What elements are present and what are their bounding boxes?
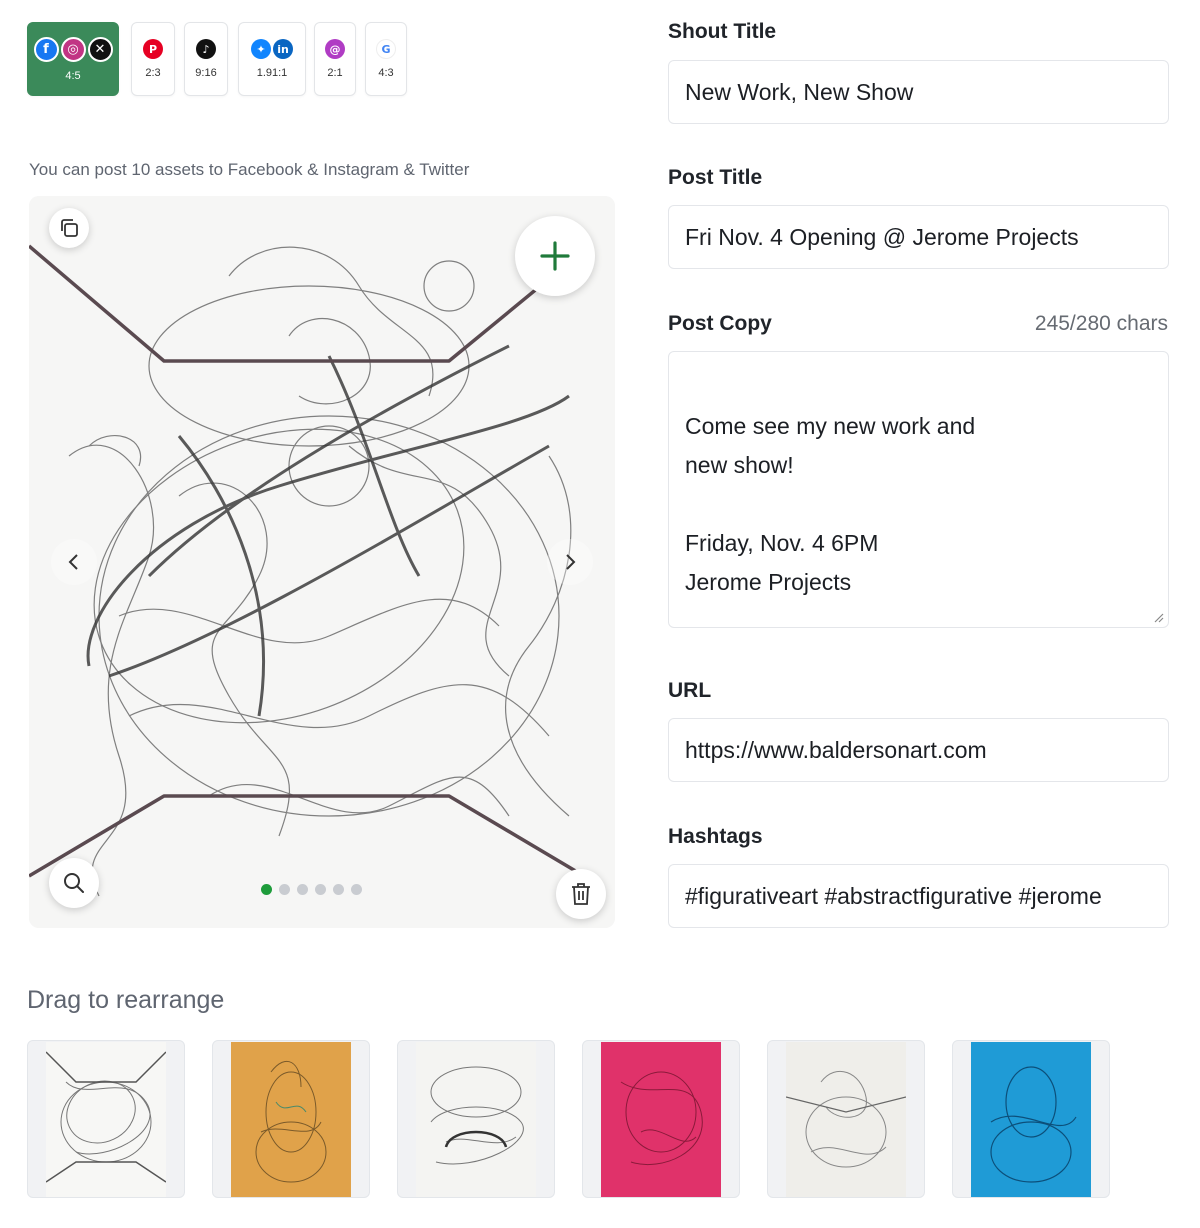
thumbnail-image: [971, 1041, 1091, 1197]
hashtags-input[interactable]: #figurativeart #abstractfigurative #jero…: [668, 864, 1169, 928]
post-title-label: Post Title: [668, 166, 763, 189]
ratio-icons: f ◎ ✕: [33, 36, 113, 62]
asset-thumbnail[interactable]: [397, 1040, 555, 1198]
facebook-icon: f: [33, 36, 59, 62]
copy-icon: [61, 219, 78, 237]
ratio-label: 4:5: [65, 69, 81, 82]
url-label: URL: [668, 679, 712, 702]
tiktok-icon: ♪: [196, 39, 216, 59]
shout-title-label: Shout Title: [668, 20, 777, 43]
thumbnail-image: [416, 1041, 536, 1197]
zoom-button[interactable]: [49, 858, 99, 908]
prev-slide-button[interactable]: [51, 539, 97, 585]
delete-asset-button[interactable]: [556, 869, 606, 919]
trash-icon: [572, 883, 590, 905]
add-asset-button[interactable]: [515, 216, 595, 296]
thumbnail-image: [786, 1041, 906, 1197]
slide-dot[interactable]: [315, 884, 326, 895]
ratio-label: 9:16: [195, 67, 217, 79]
threads-icon: @: [325, 39, 345, 59]
asset-thumbnail[interactable]: [582, 1040, 740, 1198]
shout-title-input[interactable]: New Work, New Show: [668, 60, 1169, 124]
url-input[interactable]: https://www.baldersonart.com: [668, 718, 1169, 782]
resize-handle-icon[interactable]: [1152, 611, 1164, 623]
asset-thumbnail[interactable]: [952, 1040, 1110, 1198]
post-title-input[interactable]: Fri Nov. 4 Opening @ Jerome Projects: [668, 205, 1169, 269]
instagram-icon: ◎: [60, 36, 86, 62]
ratio-9-16-button[interactable]: ♪ 9:16: [184, 22, 228, 96]
thumbnail-image: [231, 1041, 351, 1197]
chevron-right-icon: [566, 554, 576, 570]
next-slide-button[interactable]: [547, 539, 593, 585]
chevron-left-icon: [68, 554, 78, 570]
asset-preview-carousel: [29, 196, 615, 928]
ratio-label: 2:1: [327, 67, 343, 79]
post-copy-text: Come see my new work and new show! Frida…: [685, 413, 976, 595]
duplicate-button[interactable]: [49, 208, 89, 248]
ratio-4-3-button[interactable]: G 4:3: [365, 22, 407, 96]
search-icon: [64, 873, 84, 893]
ratio-label: 1.91:1: [256, 67, 288, 79]
slide-dot[interactable]: [297, 884, 308, 895]
hashtags-label: Hashtags: [668, 825, 763, 848]
slide-dot[interactable]: [279, 884, 290, 895]
asset-thumbnail[interactable]: [767, 1040, 925, 1198]
ratio-2-1-button[interactable]: @ 2:1: [314, 22, 356, 96]
slide-dot[interactable]: [333, 884, 344, 895]
char-count: 245/280 chars: [1034, 312, 1168, 335]
thumbnail-image: [46, 1041, 166, 1197]
thumbnail-strip: [27, 1040, 1110, 1198]
asset-thumbnail[interactable]: [212, 1040, 370, 1198]
slide-dot[interactable]: [261, 884, 272, 895]
ratio-1-91-1-button[interactable]: ✦ in 1.91:1: [238, 22, 306, 96]
ratio-2-3-button[interactable]: P 2:3: [131, 22, 175, 96]
bluesky-icon: ✦: [251, 39, 271, 59]
google-icon: G: [376, 39, 396, 59]
x-icon: ✕: [87, 36, 113, 62]
ratio-icons: ✦ in: [251, 39, 293, 59]
ratio-label: 4:3: [378, 67, 394, 79]
artwork-image: [29, 196, 615, 928]
plus-icon: [540, 241, 570, 271]
asset-thumbnail[interactable]: [27, 1040, 185, 1198]
post-copy-textarea[interactable]: Come see my new work and new show! Frida…: [668, 351, 1169, 628]
post-copy-label: Post Copy: [668, 312, 772, 335]
ratio-4-5-button[interactable]: f ◎ ✕ 4:5: [27, 22, 119, 96]
drag-rearrange-label: Drag to rearrange: [27, 986, 225, 1014]
ratio-label: 2:3: [145, 67, 161, 79]
aspect-ratio-selector: f ◎ ✕ 4:5 P 2:3 ♪ 9:16 ✦ in 1.91:1 @ 2:1…: [27, 22, 407, 96]
linkedin-icon: in: [273, 39, 293, 59]
slide-dot[interactable]: [351, 884, 362, 895]
pinterest-icon: P: [143, 39, 163, 59]
platform-helper-text: You can post 10 assets to Facebook & Ins…: [29, 160, 470, 179]
thumbnail-image: [601, 1041, 721, 1197]
slide-indicator: [261, 884, 362, 895]
